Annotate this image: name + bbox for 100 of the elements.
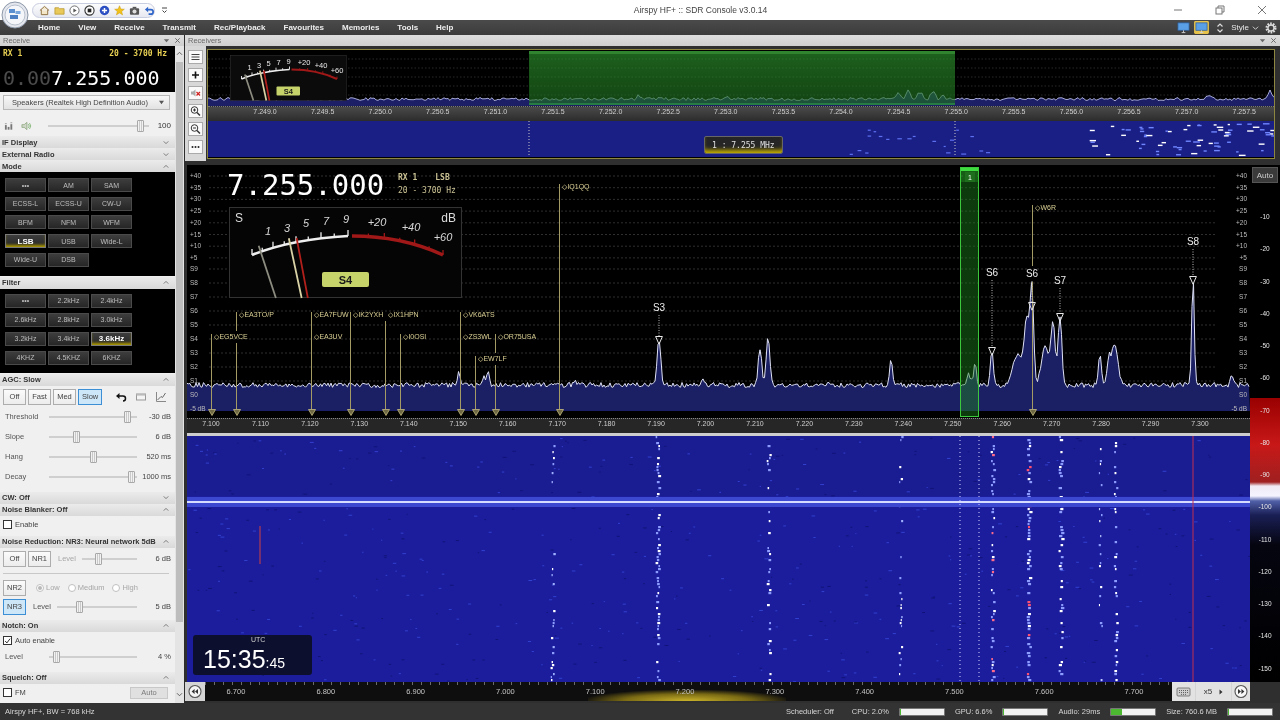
close-icon[interactable]	[1270, 37, 1277, 44]
ribbon-tab[interactable]: Help	[436, 20, 454, 35]
clock-time: 15:35:45	[203, 645, 286, 675]
ribbon-tab[interactable]: View	[78, 20, 97, 35]
star-icon[interactable]	[114, 4, 125, 16]
bars-icon[interactable]	[4, 120, 15, 131]
peak-label: S6	[984, 266, 1000, 280]
fast-forward-icon[interactable]	[1232, 682, 1250, 701]
close-icon[interactable]	[174, 37, 181, 44]
meter-unit: S	[235, 211, 243, 225]
meter-unit: dB	[441, 211, 456, 225]
style-menu[interactable]: Style	[1231, 23, 1249, 32]
monitor-icon[interactable]	[1194, 21, 1210, 34]
triangle-marker-icon	[491, 409, 500, 416]
dropdown-icon	[158, 100, 165, 105]
close-icon[interactable]	[1257, 5, 1267, 15]
restore-icon[interactable]	[1215, 5, 1225, 15]
meter-scale-label: 5	[302, 217, 310, 229]
meter-scale-label: 3	[283, 222, 291, 234]
chevron-down-icon[interactable]	[1252, 24, 1259, 31]
marker-line	[1032, 205, 1033, 266]
peak-label: S8	[1185, 235, 1201, 249]
ribbon-tab[interactable]: Receive	[114, 20, 145, 35]
volume-value: 100	[156, 121, 171, 130]
meter-scale-label: 7	[322, 215, 330, 227]
triangle-marker-icon	[555, 409, 564, 416]
mode-label: LSB	[435, 173, 451, 182]
plus-icon[interactable]	[188, 68, 203, 82]
ribbon-tab[interactable]: Rec/Playback	[213, 20, 266, 35]
up-down-icon[interactable]	[1216, 21, 1225, 34]
checkbox[interactable]	[3, 688, 12, 698]
slider-thumb[interactable]	[128, 470, 136, 483]
monitor-icon[interactable]	[1176, 21, 1192, 34]
add-icon[interactable]	[99, 4, 110, 16]
camera-icon[interactable]	[129, 4, 140, 16]
slider-thumb[interactable]	[73, 430, 81, 443]
play-icon[interactable]	[69, 4, 80, 16]
more-icon[interactable]	[188, 140, 203, 154]
slider-thumb[interactable]	[75, 600, 83, 613]
slider-thumb[interactable]	[89, 450, 97, 463]
triangle-marker-icon	[381, 409, 390, 416]
auto-button[interactable]: Auto	[1252, 167, 1278, 183]
scroll-up-icon[interactable]	[176, 51, 183, 56]
scrollbar-thumb[interactable]	[176, 62, 183, 622]
checkbox[interactable]	[3, 520, 12, 530]
window-title: Airspy HF+ :: SDR Console v3.0.14	[633, 5, 768, 15]
scrollbar[interactable]	[175, 46, 184, 703]
slider-thumb[interactable]	[137, 119, 145, 132]
chart-icon[interactable]	[155, 390, 167, 403]
receiver-label: RX 1	[3, 49, 23, 58]
ribbon-tab[interactable]: Transmit	[162, 20, 196, 35]
bandwidth-label: 20 - 3700 Hz	[398, 186, 456, 195]
receiver-label: RX 1	[398, 173, 419, 182]
filter-button[interactable]: 3.6kHz	[91, 331, 132, 346]
window-icon[interactable]	[135, 390, 147, 403]
meter-scale-label: 1	[264, 225, 272, 237]
ribbon-tab[interactable]: Tools	[397, 20, 419, 35]
customize-menu-icon[interactable]	[161, 6, 168, 14]
meter-scale-label: +20	[367, 216, 387, 228]
dropdown-icon[interactable]	[163, 37, 170, 44]
zoom-in-icon[interactable]	[188, 104, 203, 118]
triangle-marker-icon	[1028, 409, 1037, 416]
zoom-out-icon[interactable]	[188, 122, 203, 136]
slider-thumb[interactable]	[53, 650, 61, 663]
ribbon-tab[interactable]: Favourites	[283, 20, 324, 35]
slider-thumb[interactable]	[123, 410, 131, 423]
triangle-marker-icon	[456, 409, 465, 416]
meter-scale-label: +60	[433, 231, 453, 243]
triangle-marker-icon	[346, 409, 355, 416]
stop-icon[interactable]	[84, 4, 95, 16]
triangle-marker-icon	[396, 409, 405, 416]
triangle-marker-icon	[207, 409, 216, 416]
caret-right-icon	[1219, 688, 1224, 695]
menu-icon[interactable]	[188, 50, 203, 64]
frequency-tag[interactable]: 1 : 7.255 MHz	[704, 136, 783, 154]
ribbon-tab[interactable]: Memories	[342, 20, 380, 35]
triangle-marker-icon	[307, 409, 316, 416]
mode-button[interactable]: LSB	[5, 234, 46, 249]
speaker-muted-icon[interactable]	[188, 86, 203, 100]
rewind-icon[interactable]	[185, 682, 205, 701]
triangle-marker-icon	[232, 409, 241, 416]
dropdown-icon[interactable]	[1259, 37, 1266, 44]
peak-marker-icon	[1189, 249, 1197, 285]
meter-scale-label: +40	[401, 221, 421, 233]
meter-scale-label: 9	[342, 213, 350, 225]
peak-label: S6	[1024, 267, 1040, 281]
filter-passband[interactable]	[529, 51, 955, 105]
triangle-marker-icon	[471, 409, 480, 416]
undo-icon[interactable]	[115, 390, 127, 403]
keyboard-icon[interactable]	[1172, 682, 1195, 701]
scroll-down-icon[interactable]	[176, 692, 183, 697]
frequency-readout[interactable]: 0.007.255.000	[3, 66, 175, 90]
zoom-factor-button[interactable]: x5	[1196, 682, 1231, 701]
frequency-readout: 7.255.000	[227, 168, 385, 202]
checkbox[interactable]	[3, 636, 12, 646]
folder-icon[interactable]	[54, 4, 65, 16]
bandwidth-label: 20 - 3700 Hz	[109, 49, 167, 58]
ribbon-tab[interactable]: Home	[38, 20, 61, 35]
settings-icon[interactable]	[1265, 21, 1277, 34]
home-icon[interactable]	[39, 4, 50, 16]
